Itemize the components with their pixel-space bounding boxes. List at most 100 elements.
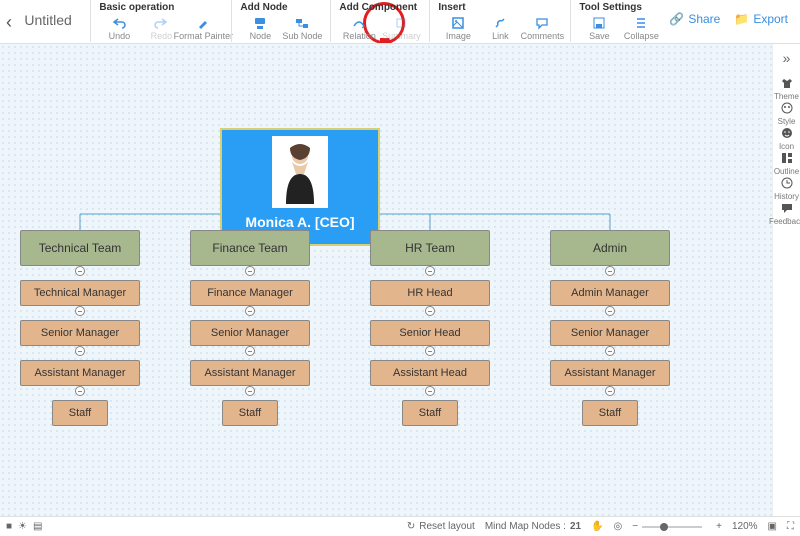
expand-toggle[interactable] <box>75 266 85 276</box>
child-node[interactable]: Staff <box>582 400 638 426</box>
zoom-out[interactable]: − <box>632 521 638 532</box>
side-style[interactable]: Style <box>769 101 800 126</box>
dept-node[interactable]: Technical Team <box>20 230 140 266</box>
history-icon <box>780 176 794 190</box>
node-button[interactable]: Node <box>240 15 280 42</box>
expand-toggle[interactable] <box>425 266 435 276</box>
child-node[interactable]: Admin Manager <box>550 280 670 306</box>
chat-icon <box>780 201 794 215</box>
sub-node-button[interactable]: Sub Node <box>282 15 322 42</box>
relation-icon <box>352 16 366 30</box>
relation-button[interactable]: Relation <box>339 15 379 42</box>
group-header: Tool Settings <box>579 2 661 13</box>
expand-toggle[interactable] <box>75 346 85 356</box>
side-theme[interactable]: Theme <box>769 76 800 101</box>
link-label: Link <box>492 31 509 41</box>
smile-icon <box>780 126 794 140</box>
side-panel: » ThemeStyleIconOutlineHistoryFeedback <box>772 44 800 516</box>
zoom-slider[interactable] <box>642 526 702 528</box>
expand-toggle[interactable] <box>75 386 85 396</box>
zoom-in[interactable]: + <box>716 521 722 532</box>
save-button[interactable]: Save <box>579 15 619 42</box>
child-node[interactable]: Senior Head <box>370 320 490 346</box>
palette-icon <box>780 101 794 115</box>
summary-button[interactable]: Summary <box>381 15 421 42</box>
link-icon <box>493 16 507 30</box>
expand-toggle[interactable] <box>75 306 85 316</box>
child-node[interactable]: Technical Manager <box>20 280 140 306</box>
dept-node[interactable]: HR Team <box>370 230 490 266</box>
child-node[interactable]: Assistant Manager <box>190 360 310 386</box>
view-icon-2[interactable]: ☀ <box>18 521 27 532</box>
comments-label: Comments <box>521 31 565 41</box>
image-icon <box>451 16 465 30</box>
share-button[interactable]: 🔗Share <box>669 12 720 26</box>
locate-tool[interactable]: ◎ <box>614 521 623 532</box>
group-header: Add Node <box>240 2 322 13</box>
undo-button[interactable]: Undo <box>99 15 139 42</box>
image-label: Image <box>446 31 471 41</box>
dept-node[interactable]: Admin <box>550 230 670 266</box>
expand-toggle[interactable] <box>605 266 615 276</box>
summary-label: Summary <box>382 31 421 41</box>
relation-label: Relation <box>343 31 376 41</box>
format-painter-button[interactable]: Format Painter <box>183 15 223 42</box>
collapse-panel-icon[interactable]: » <box>783 50 791 66</box>
child-node[interactable]: HR Head <box>370 280 490 306</box>
layout-icon <box>780 151 794 165</box>
expand-toggle[interactable] <box>605 346 615 356</box>
brush-icon <box>196 16 210 30</box>
share-icon: 🔗 <box>669 12 684 26</box>
comments-button[interactable]: Comments <box>522 15 562 42</box>
child-node[interactable]: Senior Manager <box>550 320 670 346</box>
view-icon-1[interactable]: ■ <box>6 521 12 532</box>
save-icon <box>592 16 606 30</box>
link-button[interactable]: Link <box>480 15 520 42</box>
view-icon-3[interactable]: ▤ <box>33 521 42 532</box>
expand-toggle[interactable] <box>425 346 435 356</box>
sub-node-label: Sub Node <box>282 31 322 41</box>
child-node[interactable]: Staff <box>402 400 458 426</box>
back-button[interactable]: ‹ <box>6 0 20 33</box>
side-icon[interactable]: Icon <box>769 126 800 151</box>
side-feedback[interactable]: Feedback <box>769 201 800 226</box>
expand-toggle[interactable] <box>245 266 255 276</box>
export-icon: 📁 <box>734 12 749 26</box>
mindmap-canvas[interactable]: Monica A. [CEO] Technical Team Technical … <box>0 44 772 516</box>
root-label: Monica A. [CEO] <box>245 214 354 230</box>
child-node[interactable]: Senior Manager <box>20 320 140 346</box>
image-button[interactable]: Image <box>438 15 478 42</box>
expand-toggle[interactable] <box>425 306 435 316</box>
child-node[interactable]: Staff <box>52 400 108 426</box>
group-header: Add Component <box>339 2 421 13</box>
child-node[interactable]: Assistant Manager <box>20 360 140 386</box>
fit-screen[interactable]: ▣ <box>768 521 777 532</box>
expand-toggle[interactable] <box>425 386 435 396</box>
fullscreen[interactable]: ⛶ <box>787 521 794 532</box>
top-toolbar: ‹ Untitled Basic operationUndoRedoFormat… <box>0 0 800 44</box>
side-outline[interactable]: Outline <box>769 151 800 176</box>
child-node[interactable]: Assistant Head <box>370 360 490 386</box>
child-node[interactable]: Finance Manager <box>190 280 310 306</box>
reset-layout-button[interactable]: ↻Reset layout <box>407 521 475 532</box>
collapse-button[interactable]: Collapse <box>621 15 661 42</box>
collapse-label: Collapse <box>624 31 659 41</box>
side-history[interactable]: History <box>769 176 800 201</box>
expand-toggle[interactable] <box>245 386 255 396</box>
expand-toggle[interactable] <box>605 386 615 396</box>
redo-label: Redo <box>151 31 173 41</box>
expand-toggle[interactable] <box>245 306 255 316</box>
expand-toggle[interactable] <box>245 346 255 356</box>
child-node[interactable]: Assistant Manager <box>550 360 670 386</box>
pan-tool[interactable]: ✋ <box>591 521 603 532</box>
doc-title[interactable]: Untitled <box>20 0 90 28</box>
child-node[interactable]: Staff <box>222 400 278 426</box>
group-header: Basic operation <box>99 2 223 13</box>
node-label: Node <box>250 31 272 41</box>
dept-node[interactable]: Finance Team <box>190 230 310 266</box>
child-node[interactable]: Senior Manager <box>190 320 310 346</box>
root-node[interactable]: Monica A. [CEO] <box>220 128 380 246</box>
export-button[interactable]: 📁Export <box>734 12 788 26</box>
format-painter-label: Format Painter <box>174 31 234 41</box>
expand-toggle[interactable] <box>605 306 615 316</box>
